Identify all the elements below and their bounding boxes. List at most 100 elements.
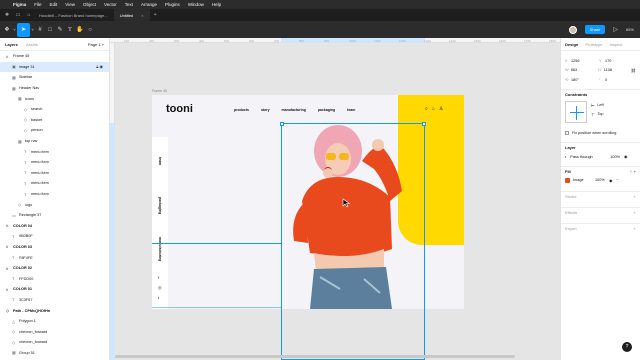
tab-hoodie-file[interactable]: Hoodie8 – Fashion Brand homepage... [33,9,114,21]
layer-row[interactable]: ◇ search [0,104,109,115]
pen-tool-icon[interactable]: ✎ [55,23,65,37]
constraint-horizontal[interactable]: ⊢ Left [591,101,604,110]
design-frame[interactable]: tooni products story manufacturing packa… [152,95,464,309]
page-selector[interactable]: Page 1 ˅ [88,42,104,47]
menu-help[interactable]: Help [212,2,221,7]
twitter-icon[interactable]: t [158,295,159,300]
layer-row[interactable]: ▣ image 31 🔒︎ ◉ [0,61,109,73]
fix-scroll-checkbox[interactable] [565,131,569,136]
main-menu-icon[interactable]: ❖ [2,23,12,37]
figma-logo-icon[interactable]: ❖ [3,12,11,18]
layer-row[interactable]: ▦ top nav [0,136,109,147]
hero-image[interactable] [280,121,425,309]
radius-input[interactable]: 0 [605,78,633,82]
constraint-widget[interactable] [565,100,587,123]
layer-row[interactable]: ▦ Header Nav [0,83,109,94]
x-input[interactable]: 1256 [571,59,599,63]
add-effect-icon[interactable]: + [634,210,636,215]
new-tab-icon[interactable]: + [154,12,157,18]
close-tab-icon[interactable]: × [141,13,143,18]
fill-opacity-input[interactable]: 100% [595,178,609,182]
menu-window[interactable]: Window [188,2,204,7]
share-button[interactable]: Share [584,25,606,34]
rotation-input[interactable]: 180° [571,78,599,82]
layer-row[interactable]: ▦ Group 51 [0,348,109,359]
canvas[interactable]: 100 200 300 400 500 600 700 800 900 1000 1100 1200 1… [110,38,560,360]
layer-row[interactable]: T F8F4FE [0,252,109,263]
layer-row[interactable]: Tmenu item [0,189,109,200]
lock-visibility-icon[interactable]: 🔒︎ ◉ [96,64,103,69]
layer-row[interactable]: ▭ Rectangle 37 [0,210,109,221]
fill-swatch[interactable] [565,177,570,183]
layer-row[interactable]: ◇ basket [0,115,109,126]
tab-prototype[interactable]: Prototype [585,42,602,47]
layer-row[interactable]: ▦ Sidebar [0,72,109,83]
layer-row[interactable]: T FFDD00 [0,273,109,284]
sidebar-label-packaging[interactable]: packaging [158,197,162,214]
layer-row[interactable]: Tmenu item [0,178,109,189]
nav-item-manufacturing[interactable]: manufacturing [282,108,306,112]
tab-untitled[interactable]: Untitled × [113,9,150,21]
layer-row[interactable]: △ Polygon 1 [0,316,109,327]
remove-fill-icon[interactable]: − [616,178,618,182]
horizontal-scrollbar[interactable] [115,355,515,358]
present-icon[interactable]: ▷ [613,26,618,33]
menu-plugins[interactable]: Plugins [165,2,180,7]
layer-row[interactable]: Tmenu item [0,168,109,179]
frame-tool-icon[interactable]: # [35,23,45,37]
sidebar[interactable]: team packaging manufacturing f ◎ t [152,137,168,309]
constrain-proportions-icon[interactable]: ⛓ [631,68,636,73]
menu-arrange[interactable]: Arrange [141,2,157,7]
instagram-icon[interactable]: ◎ [158,285,162,290]
h-input[interactable]: 1108 [604,68,631,72]
facebook-icon[interactable]: f [158,275,159,280]
layer-row[interactable]: Tmenu item [0,157,109,168]
layer-row[interactable]: # COLOR 04 [0,221,109,232]
layer-row[interactable]: ◇ logo [0,199,109,210]
menu-object[interactable]: Object [83,2,96,7]
shape-tool-icon[interactable]: □ [45,23,55,37]
brand-logo[interactable]: tooni [166,103,193,115]
nav-item-team[interactable]: team [347,108,355,112]
effects-header[interactable]: Effects + [561,207,640,217]
layer-row[interactable]: # COLOR 01 [0,284,109,295]
frame-label[interactable]: Frame 45 [152,89,167,93]
menu-vector[interactable]: Vector [104,2,117,7]
person-icon[interactable]: ♙ [439,106,443,112]
menu-view[interactable]: View [65,2,75,7]
w-input[interactable]: 663 [571,68,598,72]
hand-tool-icon[interactable]: ✋ [75,23,85,37]
layer-row[interactable]: ◇ chevron_forward [0,337,109,348]
layer-row[interactable]: # COLOR 02 [0,263,109,274]
fill-type-label[interactable]: Image [573,178,595,182]
comment-tool-icon[interactable]: ○ [85,23,95,37]
layer-row[interactable]: ◇ chevron_forward [0,326,109,337]
fill-style-icon[interactable]: ⁘ + [629,169,636,174]
basket-icon[interactable]: ⌂ [432,106,435,112]
user-avatar[interactable] [568,25,577,34]
menu-figma[interactable]: Figma [13,2,26,7]
menu-edit[interactable]: Edit [50,2,58,7]
tab-assets[interactable]: Assets [26,42,38,47]
home-icon[interactable]: ⌂ [25,12,33,18]
nav-item-packaging[interactable]: packaging [318,108,335,112]
move-tool-icon[interactable]: ➤ [17,22,30,37]
menu-file[interactable]: File [34,2,41,7]
text-tool-icon[interactable]: T [65,23,75,37]
sidebar-label-manufacturing[interactable]: manufacturing [158,237,162,261]
stroke-header[interactable]: Stroke + [561,191,640,201]
blend-mode-select[interactable]: Pass through [570,155,610,159]
layer-row[interactable]: # COLOR 03 [0,242,109,253]
tab-inspect[interactable]: Inspect [609,42,622,47]
menu-text[interactable]: Text [125,2,133,7]
layer-row[interactable]: Tmenu item [0,146,109,157]
layer-row[interactable]: ◇ Path - CPMcQHOfHn [0,305,109,316]
tab-layers[interactable]: Layers [5,42,18,47]
tab-design[interactable]: Design [565,42,578,47]
visibility-icon[interactable]: ◉ [624,154,627,159]
layer-opacity-input[interactable]: 100% [610,155,620,159]
help-button[interactable]: ? [622,342,632,352]
files-icon[interactable]: ▭ [14,12,22,18]
search-icon[interactable]: ⌕ [425,106,428,112]
fill-visibility-icon[interactable]: ◉ [609,178,612,183]
